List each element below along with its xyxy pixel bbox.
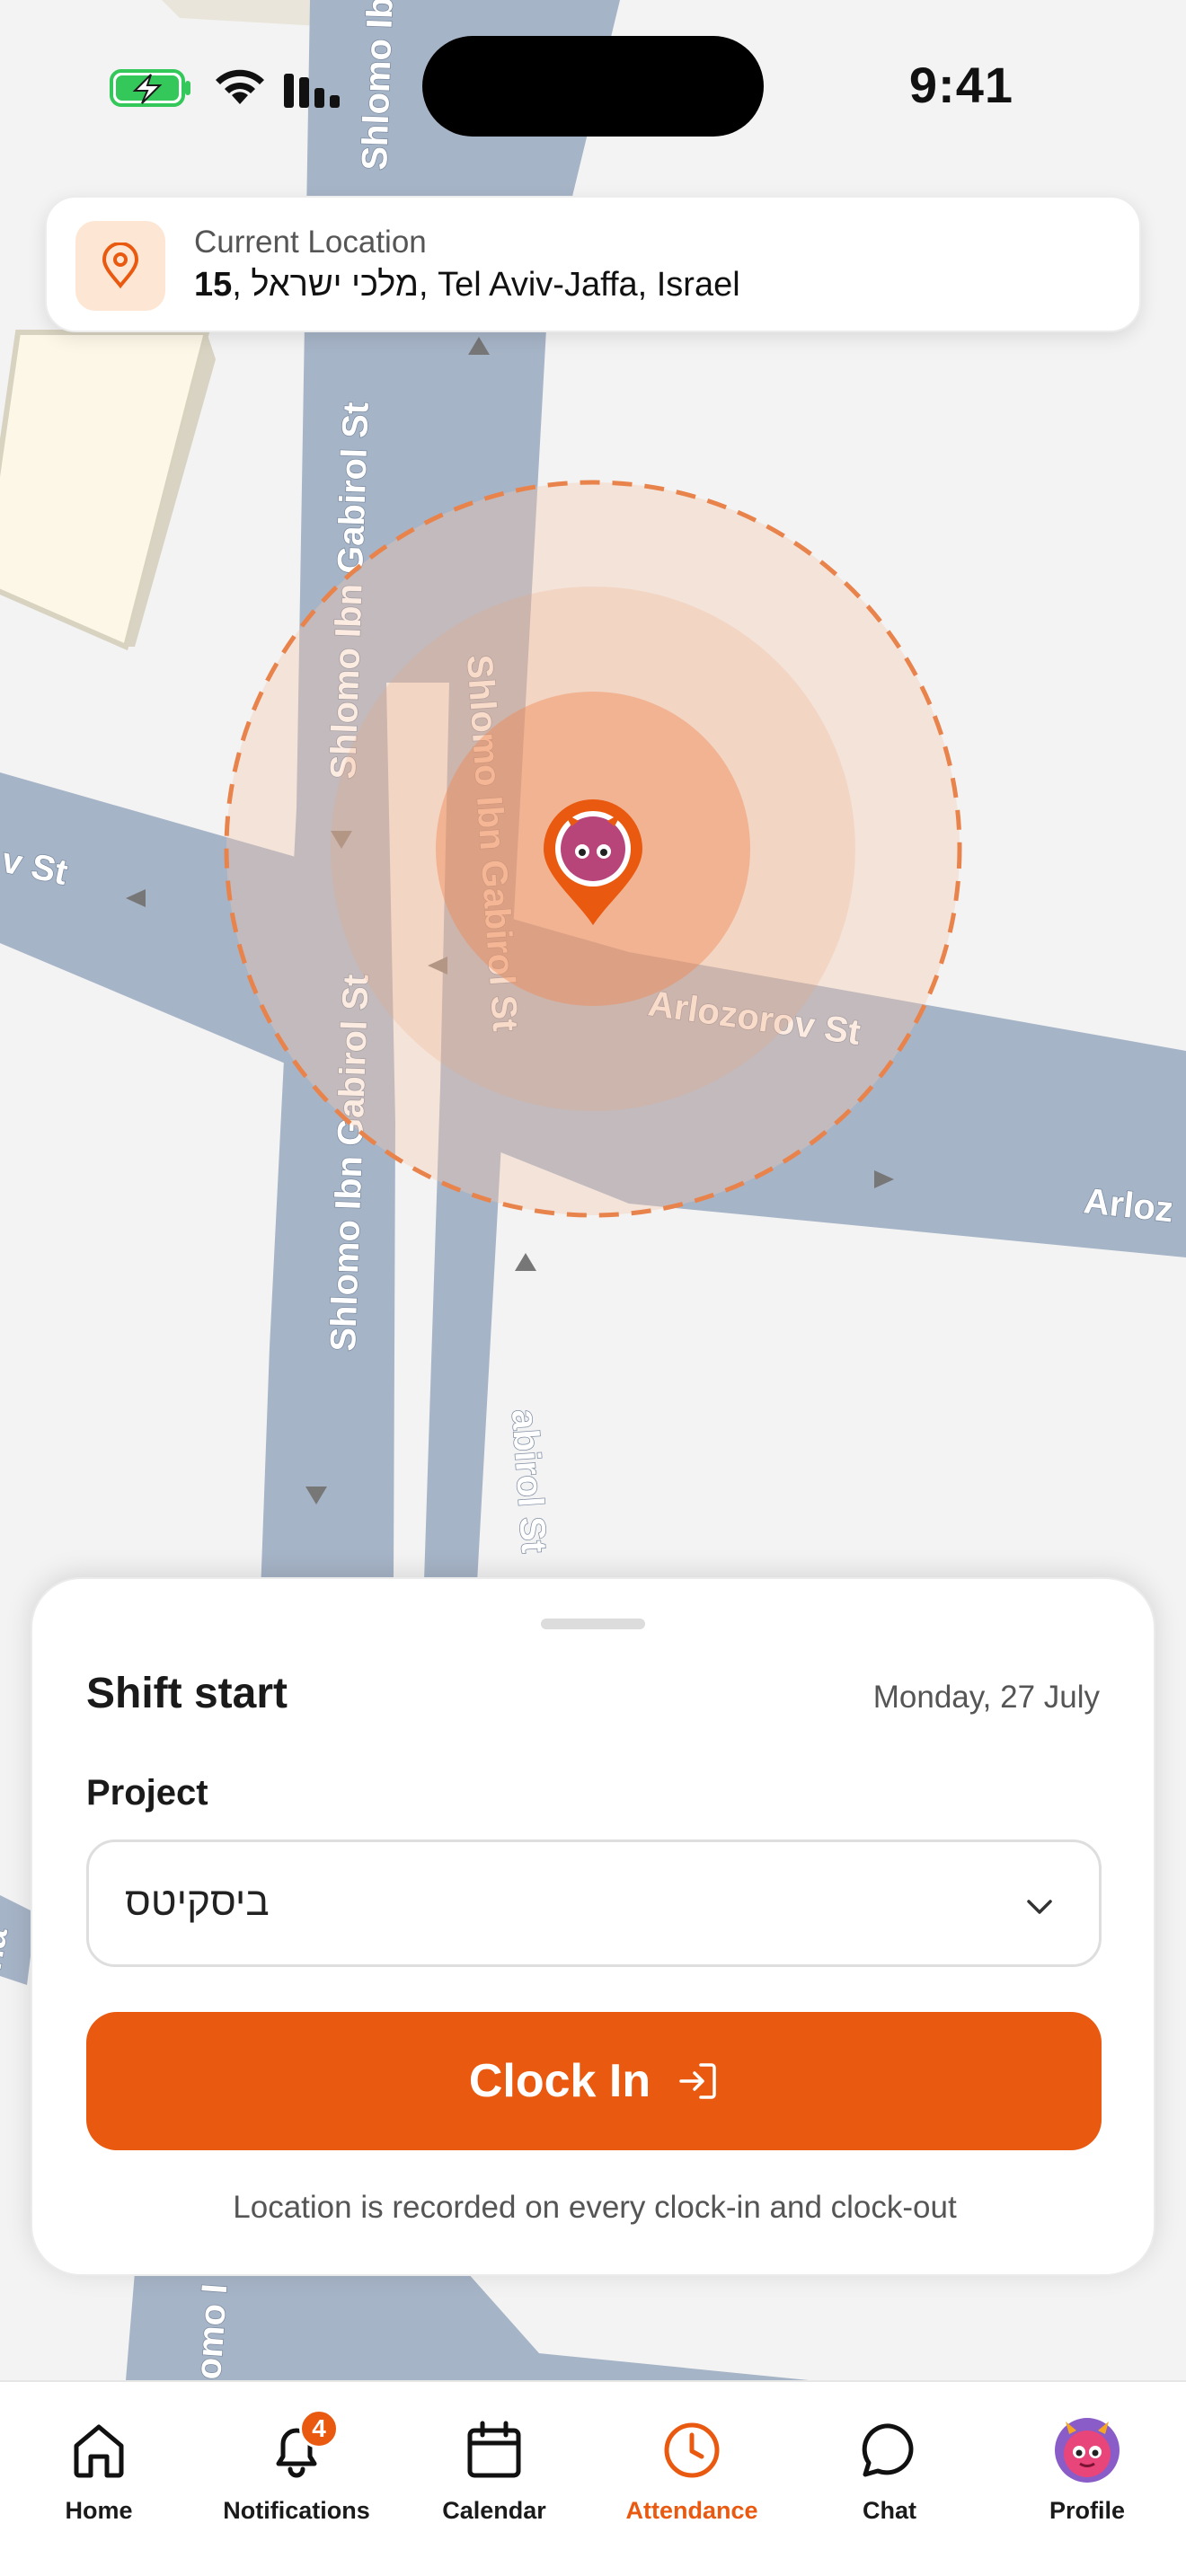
project-select[interactable]: ביסקיטס bbox=[86, 1839, 1102, 1967]
project-label: Project bbox=[86, 1773, 208, 1813]
status-time: 9:41 bbox=[908, 57, 1013, 113]
location-pin-icon bbox=[75, 221, 165, 311]
clock-in-button[interactable]: Clock In bbox=[86, 2012, 1102, 2150]
notification-badge: 4 bbox=[299, 2409, 339, 2448]
chat-icon bbox=[862, 2423, 914, 2477]
street-label: abirol St bbox=[504, 1408, 553, 1555]
dynamic-island bbox=[422, 36, 764, 137]
tab-calendar[interactable]: Calendar bbox=[395, 2414, 593, 2540]
shift-date: Monday, 27 July bbox=[872, 1680, 1100, 1715]
signal-icon bbox=[284, 74, 340, 108]
sheet-title: Shift start bbox=[86, 1670, 288, 1717]
tab-chat[interactable]: Chat bbox=[791, 2414, 988, 2540]
current-location-card[interactable]: Current Location 15, מלכי ישראל, Tel Avi… bbox=[45, 196, 1141, 332]
battery-icon bbox=[110, 69, 190, 107]
calendar-icon bbox=[467, 2421, 521, 2478]
tab-label: Home bbox=[65, 2497, 133, 2524]
tab-label: Profile bbox=[1049, 2497, 1126, 2524]
tab-home[interactable]: Home bbox=[0, 2414, 198, 2540]
sheet-grabber[interactable] bbox=[541, 1619, 645, 1629]
tab-label: Notifications bbox=[223, 2497, 370, 2524]
tab-label: Chat bbox=[863, 2497, 916, 2524]
sign-in-icon bbox=[679, 2063, 716, 2099]
wifi-icon bbox=[216, 69, 264, 104]
clock-icon bbox=[664, 2422, 720, 2478]
tab-notifications[interactable]: 4 Notifications bbox=[198, 2409, 395, 2540]
street-label: omo I bbox=[189, 2282, 235, 2380]
location-street-number: 15 bbox=[194, 266, 233, 304]
avatar bbox=[1055, 2418, 1120, 2483]
tab-bar: Home 4 Notifications Calendar Attendance… bbox=[0, 2380, 1186, 2576]
status-bar: 9:41 bbox=[0, 0, 1186, 171]
clock-in-label: Clock In bbox=[468, 2055, 651, 2107]
shift-start-sheet: Shift start Monday, 27 July Project ביסק… bbox=[31, 1577, 1155, 2276]
tab-attendance[interactable]: Attendance bbox=[593, 2414, 791, 2540]
project-select-value: ביסקיטס bbox=[125, 1880, 270, 1924]
chevron-down-icon bbox=[1027, 1900, 1052, 1914]
home-icon bbox=[74, 2424, 124, 2478]
location-address-text: , מלכי ישראל, Tel Aviv-Jaffa, Israel bbox=[232, 266, 740, 304]
tab-profile[interactable]: Profile bbox=[988, 2414, 1186, 2540]
tab-label: Calendar bbox=[442, 2497, 546, 2524]
tab-label: Attendance bbox=[625, 2497, 758, 2524]
location-footnote: Location is recorded on every clock-in a… bbox=[233, 2190, 957, 2225]
location-label: Current Location bbox=[194, 225, 427, 260]
location-address: 15, מלכי ישראל, Tel Aviv-Jaffa, Israel bbox=[194, 266, 740, 304]
